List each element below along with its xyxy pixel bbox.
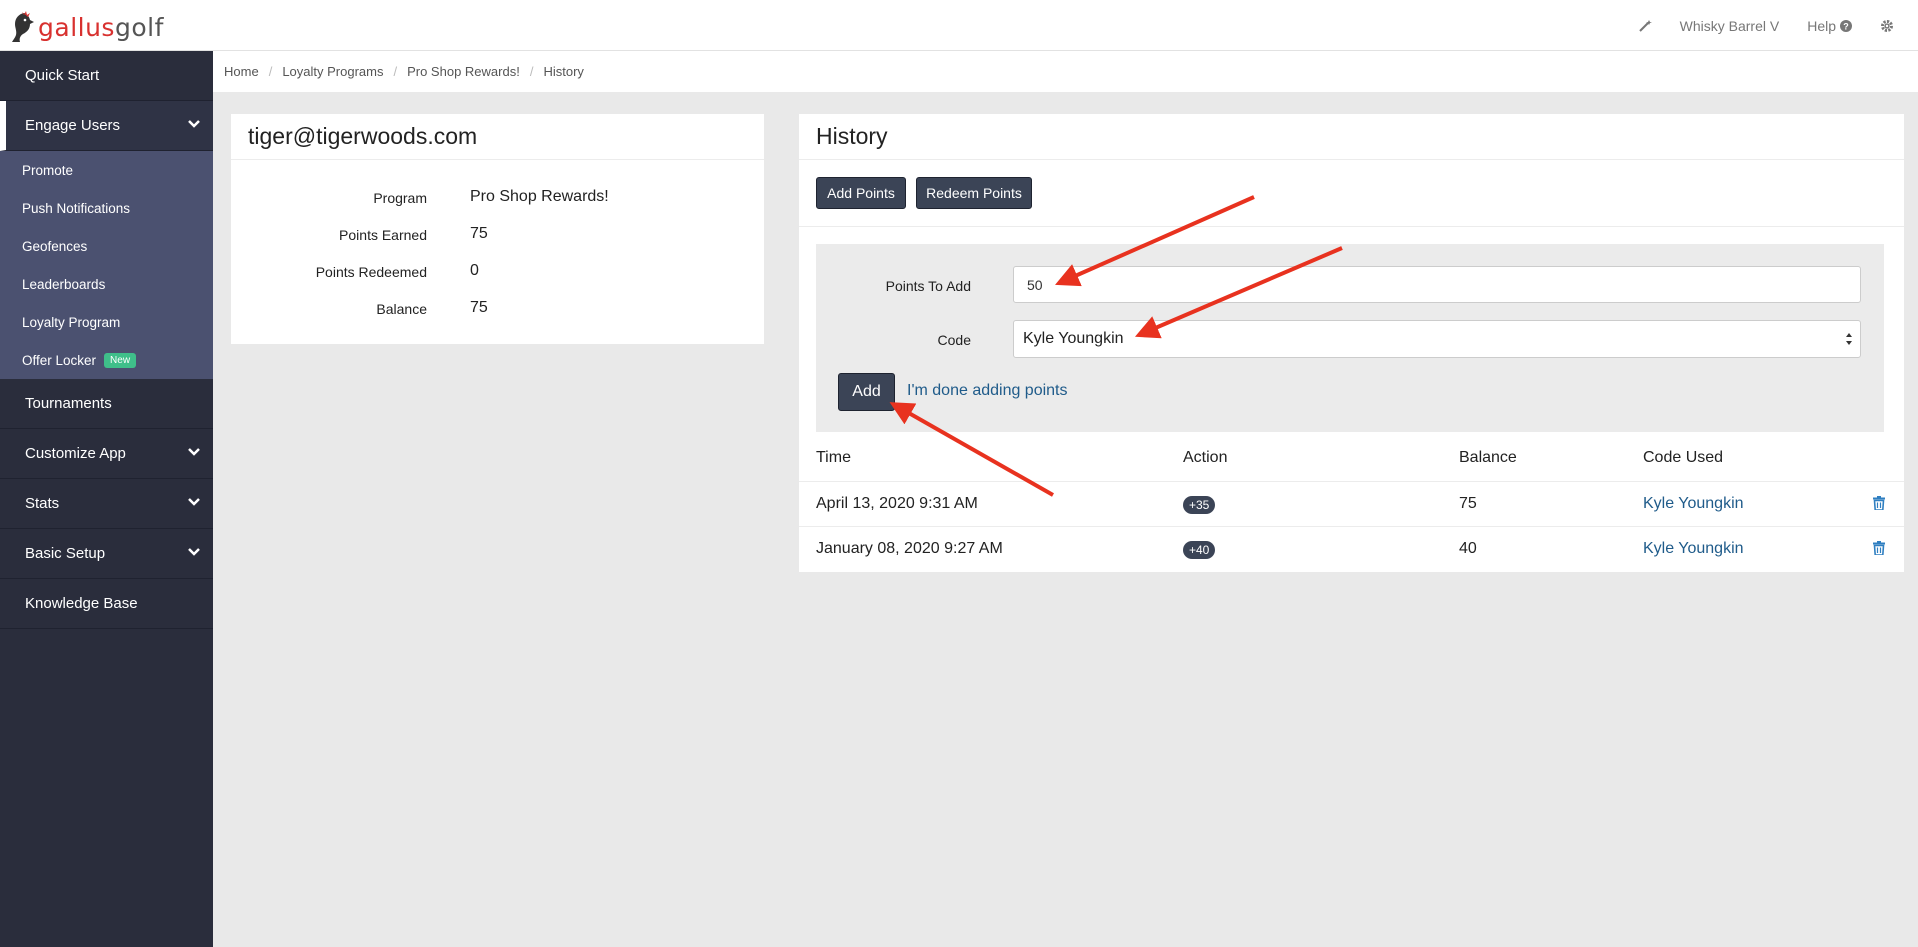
logo-text-part1: gallus bbox=[38, 12, 115, 42]
help-label: Help bbox=[1807, 17, 1836, 34]
question-circle-icon: ? bbox=[1840, 19, 1852, 32]
points-to-add-label: Points To Add bbox=[885, 278, 971, 294]
logo-text: gallusgolf bbox=[38, 13, 164, 42]
row-time: January 08, 2020 9:27 AM bbox=[816, 540, 1003, 557]
sidebar-item-label: Geofences bbox=[22, 238, 88, 254]
row-divider bbox=[799, 481, 1904, 482]
row-balance: 75 bbox=[1459, 495, 1477, 512]
sidebar-item-loyalty-program[interactable]: Loyalty Program bbox=[0, 303, 213, 341]
magic-wand-button[interactable] bbox=[1638, 19, 1652, 33]
sidebar-item-label: Loyalty Program bbox=[22, 314, 121, 330]
sidebar-item-offer-locker[interactable]: Offer Locker New bbox=[0, 341, 213, 379]
points-to-add-input[interactable]: 50 bbox=[1013, 266, 1861, 303]
redeem-points-button[interactable]: Redeem Points bbox=[916, 177, 1032, 209]
sidebar-item-label: Stats bbox=[25, 495, 60, 512]
chevron-down-icon bbox=[188, 548, 200, 556]
select-arrows-icon bbox=[1846, 333, 1852, 345]
breadcrumb-program[interactable]: Pro Shop Rewards! bbox=[407, 64, 520, 79]
sidebar-item-basic-setup[interactable]: Basic Setup bbox=[0, 529, 213, 579]
divider bbox=[799, 226, 1904, 227]
account-menu[interactable]: Whisky Barrel V bbox=[1680, 18, 1780, 34]
rooster-logo-icon bbox=[12, 11, 34, 42]
column-header-action: Action bbox=[1183, 449, 1228, 466]
gear-icon bbox=[1881, 19, 1893, 32]
sidebar-item-label: Leaderboards bbox=[22, 276, 106, 292]
sidebar-item-label: Tournaments bbox=[25, 395, 112, 412]
sidebar-item-label: Push Notifications bbox=[22, 200, 131, 216]
column-header-code-used: Code Used bbox=[1643, 449, 1724, 466]
info-label: Program bbox=[373, 190, 427, 206]
chevron-down-icon bbox=[188, 498, 200, 506]
add-points-button[interactable]: Add Points bbox=[816, 177, 906, 209]
code-label: Code bbox=[937, 332, 971, 348]
svg-text:?: ? bbox=[1843, 21, 1849, 31]
breadcrumb-loyalty-programs[interactable]: Loyalty Programs bbox=[282, 64, 383, 79]
breadcrumb-separator: / bbox=[268, 64, 273, 79]
sidebar-item-label: Customize App bbox=[25, 445, 126, 462]
sidebar-item-label: Basic Setup bbox=[25, 545, 106, 562]
sidebar-item-label: Knowledge Base bbox=[25, 595, 138, 612]
add-points-form: Points To Add 50 Code Kyle Youngkin Add … bbox=[816, 244, 1884, 432]
add-button[interactable]: Add bbox=[838, 373, 895, 411]
logo[interactable]: gallusgolf bbox=[10, 10, 164, 44]
breadcrumb: Home / Loyalty Programs / Pro Shop Rewards… bbox=[213, 51, 1918, 92]
magic-wand-icon bbox=[1638, 19, 1652, 32]
row-balance: 40 bbox=[1459, 540, 1477, 557]
sidebar-item-label: Engage Users bbox=[25, 117, 121, 134]
sidebar-item-promote[interactable]: Promote bbox=[0, 151, 213, 189]
settings-button[interactable] bbox=[1880, 19, 1894, 33]
logo-text-part2: golf bbox=[114, 12, 164, 42]
sidebar-item-knowledge-base[interactable]: Knowledge Base bbox=[0, 579, 213, 629]
account-name: Whisky Barrel V bbox=[1679, 17, 1780, 34]
info-value: 75 bbox=[470, 225, 488, 242]
sidebar-item-engage-users[interactable]: Engage Users bbox=[0, 101, 213, 151]
info-label: Balance bbox=[376, 301, 427, 317]
sidebar-item-tournaments[interactable]: Tournaments bbox=[0, 379, 213, 429]
code-select-value: Kyle Youngkin bbox=[1023, 330, 1124, 347]
info-value: 0 bbox=[470, 262, 479, 279]
action-badge: +35 bbox=[1183, 496, 1216, 514]
chevron-down-icon bbox=[188, 448, 200, 456]
user-email-heading: tiger@tigerwoods.com bbox=[231, 114, 764, 160]
history-panel: History Add Points Redeem Points Points … bbox=[799, 114, 1904, 572]
sidebar-item-stats[interactable]: Stats bbox=[0, 479, 213, 529]
code-select[interactable]: Kyle Youngkin bbox=[1013, 320, 1861, 358]
row-time: April 13, 2020 9:31 AM bbox=[816, 495, 978, 512]
column-header-time: Time bbox=[816, 449, 851, 466]
top-bar: gallusgolf Whisky Barrel V Help ? bbox=[0, 0, 1918, 51]
row-code-link[interactable]: Kyle Youngkin bbox=[1643, 540, 1744, 558]
sidebar-item-label: Quick Start bbox=[25, 67, 100, 84]
column-header-balance: Balance bbox=[1459, 449, 1517, 466]
sidebar-item-customize-app[interactable]: Customize App bbox=[0, 429, 213, 479]
sidebar-item-quick-start[interactable]: Quick Start bbox=[0, 51, 213, 101]
sidebar-item-leaderboards[interactable]: Leaderboards bbox=[0, 265, 213, 303]
action-badge: +40 bbox=[1183, 541, 1216, 559]
history-title: History bbox=[799, 114, 1904, 160]
trash-icon[interactable] bbox=[1873, 541, 1885, 555]
row-divider bbox=[799, 526, 1904, 527]
info-value: Pro Shop Rewards! bbox=[470, 188, 609, 205]
sidebar: Quick Start Engage Users Promote Push No… bbox=[0, 51, 213, 947]
chevron-down-icon bbox=[188, 120, 200, 128]
breadcrumb-separator: / bbox=[529, 64, 534, 79]
engage-users-submenu: Promote Push Notifications Geofences Lea… bbox=[0, 151, 213, 379]
sidebar-item-label: Promote bbox=[22, 162, 74, 178]
info-label: Points Earned bbox=[339, 227, 427, 243]
done-adding-link[interactable]: I'm done adding points bbox=[907, 382, 1068, 400]
breadcrumb-home[interactable]: Home bbox=[224, 64, 259, 79]
user-summary-panel: tiger@tigerwoods.com Program Pro Shop Re… bbox=[231, 114, 764, 344]
info-value: 75 bbox=[470, 299, 488, 316]
info-label: Points Redeemed bbox=[315, 264, 427, 280]
sidebar-item-label: Offer Locker bbox=[22, 352, 97, 368]
sidebar-item-push-notifications[interactable]: Push Notifications bbox=[0, 189, 213, 227]
breadcrumb-separator: / bbox=[393, 64, 398, 79]
row-code-link[interactable]: Kyle Youngkin bbox=[1643, 495, 1744, 513]
trash-icon[interactable] bbox=[1873, 496, 1885, 510]
breadcrumb-current: History bbox=[543, 64, 584, 79]
sidebar-item-geofences[interactable]: Geofences bbox=[0, 227, 213, 265]
top-right-nav: Whisky Barrel V Help ? bbox=[1638, 0, 1918, 51]
new-badge: New bbox=[104, 352, 137, 368]
help-menu[interactable]: Help ? bbox=[1807, 18, 1852, 34]
